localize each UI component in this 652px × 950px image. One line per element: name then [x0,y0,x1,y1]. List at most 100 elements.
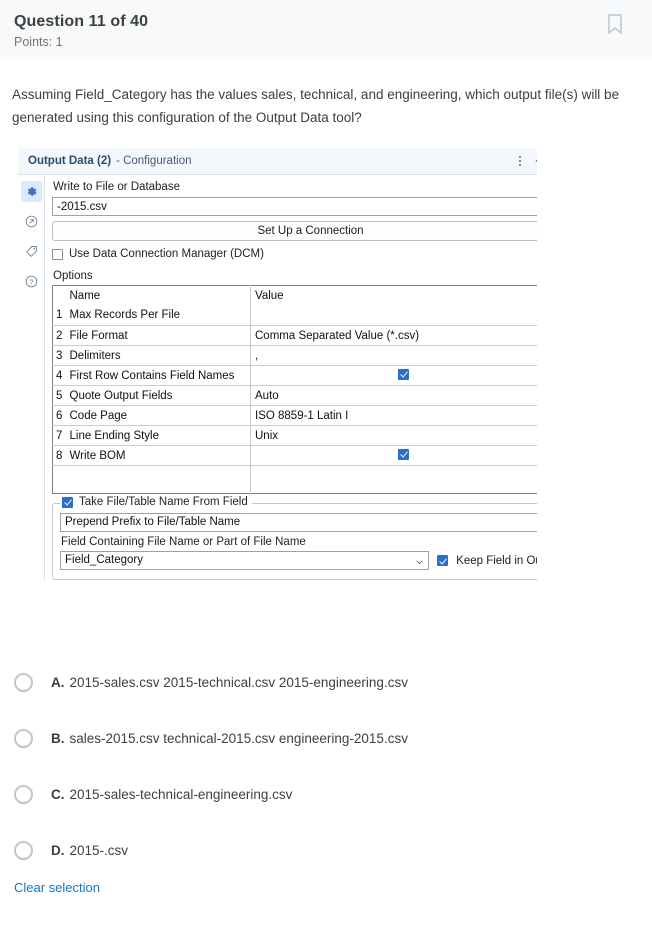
options-table: Name Value 1 Max Records Per File 2 File… [52,285,537,494]
svg-text:?: ? [29,279,33,286]
write-bom-checkbox[interactable] [398,448,409,460]
keep-field-checkbox[interactable] [437,555,449,566]
answer-text-d: D. 2015-.csv [51,841,128,860]
option-value-cell[interactable]: ISO 8859-1 Latin I [250,405,537,426]
prefix-mode-select[interactable]: Prepend Prefix to File/Table Name [60,513,537,532]
kebab-menu-icon[interactable] [519,156,521,166]
answer-body-c: 2015-sales-technical-engineering.csv [69,786,293,802]
radio-c[interactable] [14,784,33,804]
dcm-checkbox[interactable] [52,248,63,260]
answer-body-d: 2015-.csv [69,842,129,858]
answer-body-b: sales-2015.csv technical-2015.csv engine… [69,730,408,746]
field-containing-label: Field Containing File Name or Part of Fi… [61,536,306,548]
dcm-label: Use Data Connection Manager (DCM) [69,248,264,260]
take-name-legend[interactable]: Take File/Table Name From Field [60,496,252,508]
table-row[interactable]: 2 File Format Comma Separated Value (*.c… [52,325,537,346]
row-number: 1 [52,305,66,326]
option-name: First Row Contains Field Names [65,365,251,386]
keep-field-label: Keep Field in Output [456,554,537,567]
clear-selection-link[interactable]: Clear selection [14,878,100,895]
table-row[interactable]: 7 Line Ending Style Unix [52,425,537,446]
set-up-connection-button[interactable]: Set Up a Connection [52,221,537,241]
column-header-name: Name [65,285,251,306]
option-value-cell[interactable] [250,445,537,466]
field-select-wrap[interactable]: Field_Category [60,551,430,570]
option-value[interactable]: , [250,345,537,366]
option-value: Unix [255,429,279,442]
page-title: Question 11 of 40 [14,13,149,30]
take-name-from-field-group: Take File/Table Name From Field Prepend … [52,496,537,580]
question-header: Question 11 of 40 Points: 1 [0,0,652,57]
file-path-input[interactable] [52,197,537,216]
option-value: Comma Separated Value (*.csv) [255,329,420,342]
table-empty-row [53,465,537,494]
row-number: 5 [52,385,66,406]
take-name-label: Take File/Table Name From Field [79,496,248,508]
answer-letter-c: C. [51,786,65,802]
option-name: Write BOM [65,445,251,466]
row-number: 7 [52,425,66,446]
option-name: File Format [65,325,251,346]
bookmark-icon[interactable] [604,12,626,36]
row-number: 8 [52,445,66,466]
row-number: 3 [52,345,66,366]
table-row[interactable]: 6 Code Page ISO 8859-1 Latin I [52,405,537,426]
answer-options: A. 2015-sales.csv 2015-technical.csv 2015… [0,638,652,897]
option-value: Auto [255,389,279,402]
table-header-row: Name Value [53,285,537,306]
radio-a[interactable] [14,672,33,692]
question-mark-icon[interactable]: ? [21,271,42,292]
option-name: Quote Output Fields [65,385,251,406]
field-category-select[interactable]: Field_Category [60,551,430,570]
table-row[interactable]: 8 Write BOM [52,445,537,466]
table-row[interactable]: 1 Max Records Per File [52,305,537,326]
write-to-file-label: Write to File or Database [53,181,180,193]
prefix-mode-select-wrap[interactable]: Prepend Prefix to File/Table Name [60,513,537,532]
arrow-in-circle-icon[interactable] [21,211,42,232]
answer-letter-b: B. [51,730,65,746]
gear-icon[interactable] [20,181,42,202]
option-value[interactable] [250,305,537,326]
column-header-value: Value [250,285,537,306]
option-name: Delimiters [65,345,251,366]
option-name: Code Page [65,405,251,426]
alteryx-config-panel: Output Data (2) - Configuration ? Write … [18,148,537,580]
option-value-cell[interactable]: Comma Separated Value (*.csv) [250,325,537,346]
option-value-cell[interactable] [250,365,537,386]
option-name: Line Ending Style [65,425,251,446]
answer-text-a: A. 2015-sales.csv 2015-technical.csv 2015… [51,673,408,692]
answer-text-c: C. 2015-sales-technical-engineering.csv [51,785,292,804]
options-title: Options [53,270,93,282]
question-stem: Assuming Field_Category has the values s… [12,87,620,125]
config-panel-title: Output Data (2) [28,155,112,167]
answer-body-a: 2015-sales.csv 2015-technical.csv 2015-e… [69,674,408,690]
table-row[interactable]: 5 Quote Output Fields Auto [52,385,537,406]
pin-icon[interactable] [535,152,537,170]
chevron-down-icon[interactable] [416,559,423,566]
row-number: 4 [52,365,66,386]
config-panel-titlebar: Output Data (2) - Configuration [18,148,537,175]
radio-b[interactable] [14,728,33,748]
dcm-checkbox-row[interactable]: Use Data Connection Manager (DCM) [52,248,537,260]
output-data-config-image: Output Data (2) - Configuration ? Write … [18,148,537,638]
table-row[interactable]: 4 First Row Contains Field Names [52,365,537,386]
row-number: 2 [52,325,66,346]
answer-option-c[interactable]: C. 2015-sales-technical-engineering.csv [0,766,652,822]
row-number-header [53,286,66,306]
option-value-cell[interactable]: Auto [250,385,537,406]
radio-d[interactable] [14,840,33,860]
tag-icon[interactable] [21,241,42,262]
answer-letter-d: D. [51,842,65,858]
first-row-field-names-checkbox[interactable] [398,368,409,380]
table-row[interactable]: 3 Delimiters , [52,345,537,366]
answer-option-b[interactable]: B. sales-2015.csv technical-2015.csv engi… [0,710,652,766]
option-value-cell[interactable]: Unix [250,425,537,446]
answer-option-a[interactable]: A. 2015-sales.csv 2015-technical.csv 2015… [0,654,652,710]
option-name: Max Records Per File [65,305,251,326]
take-name-checkbox[interactable] [62,496,73,508]
row-number: 6 [52,405,66,426]
answer-option-d[interactable]: D. 2015-.csv [0,822,652,878]
config-panel-title-suffix: - Configuration [116,155,192,167]
points-label: Points: 1 [14,35,63,49]
config-icon-rail: ? [18,175,45,580]
